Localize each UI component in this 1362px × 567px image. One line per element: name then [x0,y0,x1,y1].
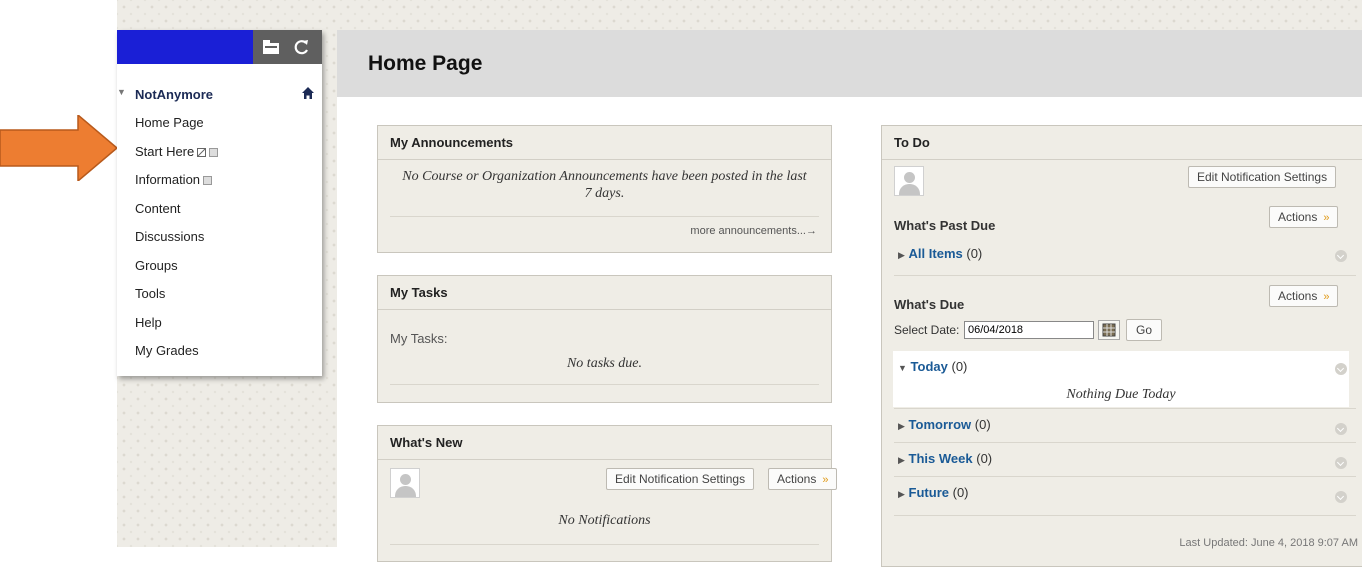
today-row[interactable]: ▼ Today (0) [898,359,967,374]
divider [894,275,1356,276]
callout-arrow-icon [0,115,117,181]
folder-view-icon[interactable] [262,39,280,55]
home-icon[interactable] [301,86,315,100]
tasks-label: My Tasks: [390,331,448,346]
double-chevron-down-icon: » [822,474,829,486]
divider [894,442,1356,443]
past-due-heading: What's Past Due [894,218,996,233]
edit-notification-settings-button[interactable]: Edit Notification Settings [606,468,755,490]
whats-new-title[interactable]: What's New [378,426,831,460]
actions-button[interactable]: Actions» [768,468,838,490]
past-due-actions-button[interactable]: Actions» [1269,206,1339,228]
double-chevron-down-icon: » [1323,212,1330,224]
divider [390,216,819,217]
this-week-row[interactable]: ▶ This Week (0) [898,451,992,466]
divider [894,408,1356,409]
course-menu-banner [117,30,253,64]
due-heading: What's Due [894,297,965,312]
all-items-row[interactable]: ▶ All Items (0) [898,246,982,261]
calendar-icon[interactable] [1098,320,1120,340]
todo-title[interactable]: To Do [882,126,1362,160]
menu-item-help[interactable]: Help [135,315,218,344]
menu-item-content[interactable]: Content [135,201,218,230]
future-row[interactable]: ▶ Future (0) [898,485,969,500]
refresh-icon[interactable] [293,39,311,55]
page-header: Home Page [337,30,1362,97]
todo-module: To Do Edit Notification Settings What's … [881,125,1362,567]
course-title[interactable]: ▼ NotAnymore [117,86,322,104]
double-chevron-down-icon: » [1323,291,1330,303]
whats-new-module: What's New Edit Notification Settings Ac… [377,425,838,562]
today-empty-text: Nothing Due Today [1066,387,1176,402]
announcements-module: My Announcements No Course or Organizati… [377,125,832,253]
edit-notification-settings-button[interactable]: Edit Notification Settings [1188,166,1337,188]
menu-item-discussions[interactable]: Discussions [135,229,218,258]
collapse-circle-icon[interactable] [1335,491,1347,503]
course-menu-list: Home Page Start Here Information Content… [135,115,219,372]
announcements-empty-text: No Course or Organization Announcements … [402,169,807,201]
select-date-label: Select Date: [894,323,960,337]
tasks-title[interactable]: My Tasks [378,276,831,310]
date-input[interactable] [964,321,1094,339]
divider [894,515,1356,516]
expand-triangle-icon[interactable]: ▶ [898,250,905,260]
divider [894,476,1356,477]
expand-triangle-icon[interactable]: ▶ [898,455,905,465]
tasks-module: My Tasks My Tasks: No tasks due. [377,275,832,403]
expand-triangle-icon[interactable]: ▶ [898,489,905,499]
collapse-circle-icon[interactable] [1335,250,1347,262]
avatar [894,166,924,196]
tasks-empty-text: No tasks due. [566,356,643,371]
menu-item-start-here[interactable]: Start Here [135,144,219,173]
collapse-triangle-icon[interactable]: ▼ [898,363,907,373]
expand-triangle-icon[interactable]: ▶ [898,421,905,431]
collapse-circle-icon[interactable] [1335,457,1347,469]
today-panel: ▼ Today (0) Nothing Due Today [893,351,1349,407]
menu-item-groups[interactable]: Groups [135,258,218,287]
main-content: Home Page My Announcements No Course or … [337,30,1362,567]
divider [390,384,819,385]
menu-item-home-page[interactable]: Home Page [135,115,218,144]
page-title: Home Page [368,52,483,75]
menu-item-information[interactable]: Information [135,172,218,201]
divider [390,544,819,545]
collapse-circle-icon[interactable] [1335,423,1347,435]
course-menu-toolbar [117,30,322,64]
due-actions-button[interactable]: Actions» [1269,285,1339,307]
collapse-circle-icon[interactable] [1335,363,1347,375]
avatar [390,468,420,498]
hidden-from-students-icon [197,147,207,157]
empty-item-icon [209,147,219,157]
menu-item-my-grades[interactable]: My Grades [135,343,218,372]
announcements-title[interactable]: My Announcements [378,126,831,160]
go-button[interactable]: Go [1126,319,1163,341]
more-announcements-link[interactable]: more announcements...→ [690,225,817,237]
whats-new-empty-text: No Notifications [558,513,651,528]
tomorrow-row[interactable]: ▶ Tomorrow (0) [898,417,991,432]
empty-item-icon [203,176,213,185]
last-updated-text: Last Updated: June 4, 2018 9:07 AM [1179,537,1358,549]
course-menu: ▼ NotAnymore Home Page Start Here Inform… [117,30,322,376]
menu-item-tools[interactable]: Tools [135,286,218,315]
collapse-triangle-icon[interactable]: ▼ [117,87,126,97]
